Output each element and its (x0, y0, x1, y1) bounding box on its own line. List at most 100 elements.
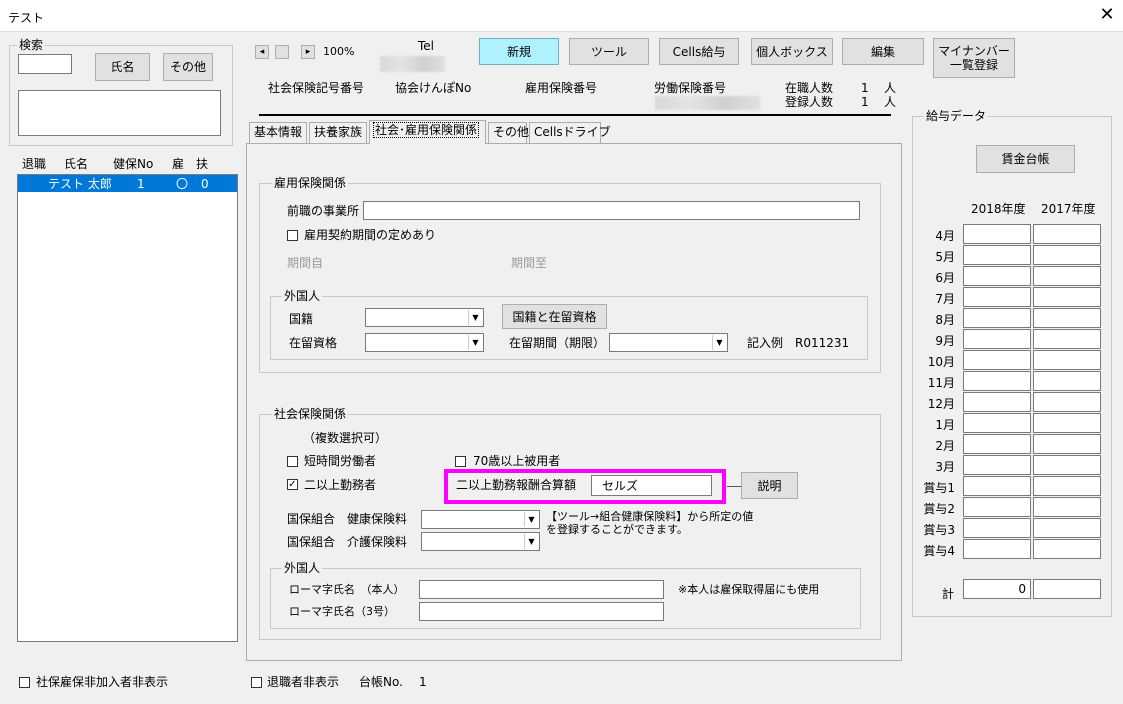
status-select[interactable]: ▼ (365, 333, 484, 352)
roman-3-input[interactable] (419, 602, 664, 621)
close-icon[interactable]: ✕ (1098, 4, 1116, 26)
toroku-unit: 人 (884, 95, 897, 109)
list-item-name: テスト 太郎 (48, 177, 112, 191)
over70-checkbox[interactable] (455, 456, 466, 467)
personal-box-button[interactable]: 個人ボックス (751, 38, 833, 65)
search-name-button[interactable]: 氏名 (95, 53, 150, 81)
search-other-button[interactable]: その他 (163, 53, 213, 81)
kyuyo-cell-year1[interactable] (963, 518, 1031, 538)
koyo-hoken-number-label: 雇用保険番号 (525, 81, 598, 95)
mynumber-button[interactable]: マイナンバー 一覧登録 (933, 38, 1015, 78)
kyuyo-cell-year2[interactable] (1033, 476, 1101, 496)
search-result-box[interactable] (18, 90, 221, 136)
total-year2[interactable] (1033, 579, 1101, 599)
new-button[interactable]: 新規 (479, 38, 559, 65)
page-button[interactable] (275, 45, 289, 59)
kyuyo-cell-year1[interactable] (963, 413, 1031, 433)
prev-office-input[interactable] (363, 201, 860, 220)
nationality-status-button[interactable]: 国籍と在留資格 (502, 304, 607, 329)
koyo-foreign-legend: 外国人 (282, 289, 323, 303)
search-legend: 検索 (17, 38, 46, 52)
kyuyo-cell-year2[interactable] (1033, 287, 1101, 307)
kyuyo-cell-year2[interactable] (1033, 539, 1101, 559)
chevron-down-icon[interactable]: ▼ (468, 335, 482, 350)
multi-work-calc-input[interactable]: セルズ (591, 475, 712, 496)
kyuyo-cell-year1[interactable] (963, 224, 1031, 244)
kyuyo-cell-year2[interactable] (1033, 245, 1101, 265)
tab-cells-drive[interactable]: Cellsドライブ (529, 122, 611, 143)
multi-work-checkbox[interactable]: ✓ (287, 479, 298, 490)
contract-period-checkbox[interactable] (287, 230, 298, 241)
kyuyo-cell-year2[interactable] (1033, 329, 1101, 349)
chevron-down-icon[interactable]: ▼ (524, 534, 538, 549)
zaishoku-unit: 人 (884, 81, 897, 95)
next-arrow-icon[interactable]: ▸ (301, 45, 315, 59)
kyuyo-row-label: 3月 (935, 460, 955, 474)
kyuyo-cell-year2[interactable] (1033, 392, 1101, 412)
kyuyo-cell-year2[interactable] (1033, 266, 1101, 286)
kyuyo-cell-year1[interactable] (963, 539, 1031, 559)
period-limit-label: 在留期間（期限） (509, 336, 606, 350)
toroku-count: 1 (861, 95, 869, 109)
kyuyo-cell-year1[interactable] (963, 266, 1031, 286)
kyuyo-cell-year1[interactable] (963, 434, 1031, 454)
kyuyo-cell-year1[interactable] (963, 476, 1031, 496)
kyuyo-cell-year2[interactable] (1033, 455, 1101, 475)
title-bar: テスト ✕ (0, 0, 1123, 32)
cells-salary-button[interactable]: Cells給与 (659, 38, 739, 65)
chevron-down-icon[interactable]: ▼ (468, 310, 482, 325)
kokuho-kenko-select[interactable]: ▼ (421, 510, 540, 529)
list-header-ko: 雇 (172, 157, 185, 171)
kyuyo-cell-year1[interactable] (963, 245, 1031, 265)
hide-retired-checkbox[interactable] (251, 677, 262, 688)
period-limit-select[interactable]: ▼ (609, 333, 728, 352)
prev-arrow-icon[interactable]: ◂ (255, 45, 269, 59)
chevron-down-icon[interactable]: ▼ (524, 512, 538, 527)
roman-self-input[interactable] (419, 580, 664, 599)
kyuyo-cell-year2[interactable] (1033, 371, 1101, 391)
kyuyo-cell-year1[interactable] (963, 329, 1031, 349)
short-time-checkbox[interactable] (287, 456, 298, 467)
kyuyo-cell-year1[interactable] (963, 371, 1031, 391)
shakai-legend: 社会保険関係 (272, 407, 349, 421)
tab-insurance[interactable]: 社会･雇用保険関係 (369, 120, 486, 144)
kyuyo-row-label: 賞与4 (923, 544, 955, 558)
kyuyo-cell-year2[interactable] (1033, 518, 1101, 538)
kyuyo-row-label: 1月 (935, 418, 955, 432)
tab-dependents[interactable]: 扶養家族 (309, 122, 367, 143)
ledger-button[interactable]: 賃金台帳 (976, 145, 1075, 173)
header-divider (259, 114, 891, 116)
tab-other[interactable]: その他 (488, 122, 529, 143)
kyuyo-cell-year1[interactable] (963, 392, 1031, 412)
kokuho-kenko-label: 国保組合 健康保険料 (287, 512, 408, 526)
kyuyo-cell-year2[interactable] (1033, 350, 1101, 370)
multi-work-calc-value: セルズ (602, 479, 639, 493)
connector-line (727, 486, 741, 487)
kyuyo-cell-year1[interactable] (963, 455, 1031, 475)
kyuyo-row-label: 10月 (927, 355, 955, 369)
kyuyo-cell-year2[interactable] (1033, 413, 1101, 433)
list-item-ko: 〇 (176, 177, 189, 191)
kyuyo-cell-year2[interactable] (1033, 497, 1101, 517)
kyuyo-cell-year2[interactable] (1033, 434, 1101, 454)
tab-basic[interactable]: 基本情報 (249, 122, 307, 143)
kyuyo-row-label: 11月 (927, 376, 955, 390)
search-input[interactable] (18, 54, 72, 74)
kokuho-kaigo-select[interactable]: ▼ (421, 532, 540, 551)
kyuyo-row-label: 12月 (927, 397, 955, 411)
list-item[interactable]: テスト 太郎 1 〇 0 (18, 175, 237, 192)
hide-uninsured-checkbox[interactable] (19, 677, 30, 688)
kyuyo-cell-year2[interactable] (1033, 308, 1101, 328)
kyuyo-cell-year1[interactable] (963, 308, 1031, 328)
explain-button[interactable]: 説明 (741, 472, 798, 499)
employee-list[interactable] (17, 174, 238, 642)
kyuyo-cell-year1[interactable] (963, 350, 1031, 370)
total-year1[interactable]: 0 (963, 579, 1031, 599)
kyuyo-cell-year1[interactable] (963, 497, 1031, 517)
kyuyo-cell-year1[interactable] (963, 287, 1031, 307)
edit-button[interactable]: 編集 (842, 38, 924, 65)
nationality-select[interactable]: ▼ (365, 308, 484, 327)
chevron-down-icon[interactable]: ▼ (712, 335, 726, 350)
kyuyo-cell-year2[interactable] (1033, 224, 1101, 244)
tool-button[interactable]: ツール (569, 38, 649, 65)
